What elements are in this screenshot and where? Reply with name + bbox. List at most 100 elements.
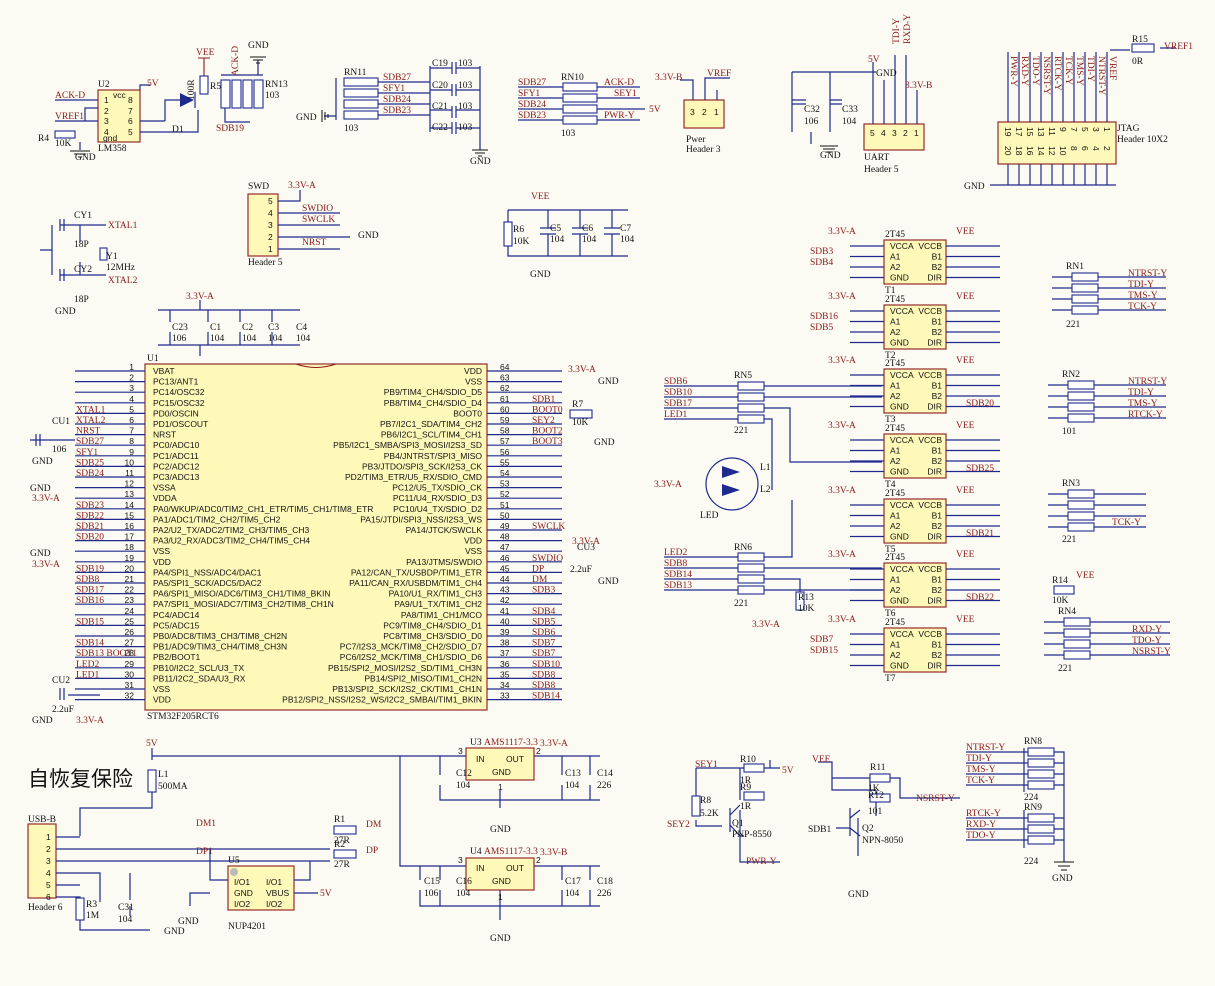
net-3v3b-u4: 3.3V-B [540, 848, 567, 858]
mcu-right-pin-net: SDB8 [532, 670, 555, 680]
opamp-pin-5: 5 [128, 127, 133, 137]
gnd-rn11: GND [296, 113, 317, 123]
array-resistor [1067, 511, 1095, 521]
buffer-pin-right: VCCB [918, 564, 942, 574]
mcu-right-pin-number: 45 [500, 563, 510, 573]
mcu-right-pin-net: SDB8 [532, 681, 555, 691]
buffer-out: SDB20 [966, 399, 994, 409]
mcu-left-pin-function: PB2/BOOT1 [153, 652, 201, 662]
net-tck-y-rn3: TCK-Y [1112, 518, 1141, 528]
net-rn8-in-3: TMS-Y [966, 765, 996, 775]
buffer-vccb-net: VEE [956, 227, 975, 237]
r14-body [1053, 585, 1075, 595]
usb-label: USB-B [28, 815, 56, 825]
r6-value: 10K [513, 237, 530, 247]
c14-label: C14 [597, 769, 613, 779]
buffer-vccb-net: VEE [956, 486, 975, 496]
array-resistor [1067, 489, 1095, 499]
rn13-array [220, 60, 264, 123]
mcu-left-pin-function: VBAT [153, 366, 175, 376]
c4-label: C4 [296, 323, 307, 333]
rn9-value: 224 [1024, 857, 1039, 867]
net-dm1: DM1 [196, 819, 216, 829]
mcu-left-pin-net: SDB23 [76, 501, 104, 511]
q2-part: NPN-8050 [862, 836, 903, 846]
mcu-left-pin-function: PA0/WKUP/ADC0/TIM2_CH1_ETR/TIM5_CH1/TIM8… [153, 504, 373, 514]
c21-value: 103 [458, 102, 473, 112]
buffer-pin-left: A1 [890, 640, 901, 650]
mcu-right-pin-function: PA8/TIM1_CH1/MCO [401, 610, 482, 620]
net-sfy1-rn11: SFY1 [383, 84, 405, 94]
opamp-pin-8: 8 [128, 95, 133, 105]
uart-pin-4: 4 [881, 128, 886, 138]
buffer-pin-left: VCCA [890, 500, 914, 510]
gnd-u5: GND [178, 917, 199, 927]
mcu-right-pin-number: 63 [500, 373, 510, 383]
c19-value: 103 [458, 59, 473, 69]
c15-value: 106 [424, 889, 439, 899]
net-vref1: VREF1 [55, 112, 84, 122]
mcu-left-pin-function: PD0/OSCIN [153, 408, 199, 418]
mcu-left-pin-function: PA1/ADC1/TIM2_CH2/TIM5_CH2 [153, 514, 281, 524]
mcu-right-pin-function: PA14/JTCK/SWCLK [406, 525, 483, 535]
array-resistor [1067, 380, 1095, 390]
buffer-pin-left: A1 [890, 446, 901, 456]
mcu-right-pin-net: SDB14 [532, 692, 560, 702]
mcu-right-pin-number: 35 [500, 669, 510, 679]
c18-value: 226 [597, 889, 612, 899]
u5-pin1-dot [230, 868, 238, 876]
opamp-pin-6: 6 [128, 116, 133, 126]
net-rn4-out-2: TDO-Y [1132, 636, 1162, 646]
uart-pin-1: 1 [914, 128, 919, 138]
mcu-left-pin-number: 20 [125, 563, 135, 573]
jtag-pin-even: 8 [1069, 146, 1079, 151]
r7-label: R7 [572, 400, 583, 410]
mcu-right-pin-number: 40 [500, 616, 510, 626]
buffer-pin-right: VCCB [918, 629, 942, 639]
mcu-right-pin-number: 34 [500, 680, 510, 690]
net-ack-d-2: ACK-D [231, 46, 241, 76]
buffer-pin-right: DIR [927, 402, 942, 412]
mcu-left-pin-function: VSSA [153, 483, 176, 493]
u5-pin-io1-l: I/O1 [234, 877, 250, 887]
c18-label: C18 [597, 877, 613, 887]
c16-label: C16 [456, 877, 472, 887]
header5-label: Header 5 [864, 165, 899, 175]
buffer-pin-left: VCCA [890, 564, 914, 574]
u4-in: IN [476, 863, 485, 873]
level-shifters: 2T45T1VCCA VCCBA1 B1A2 B2GND DIR3.3V-A VEESDB… [810, 227, 1000, 684]
buffer-vccb-net: VEE [956, 356, 975, 366]
mcu-left-pin-number: 2 [129, 373, 134, 383]
jtag-pin-even: 10 [1058, 146, 1068, 156]
mcu-left-pin-net: SDB24 [76, 469, 104, 479]
jtag-pin-odd: 19 [1003, 127, 1013, 137]
net-rn4-out-1: RXD-Y [1132, 625, 1162, 635]
c32-label: C32 [804, 105, 820, 115]
swd-pin-5: 5 [268, 196, 273, 206]
rn3-label: RN3 [1062, 479, 1080, 489]
net-rn2-out-2: TDI-Y [1128, 388, 1154, 398]
buffer-pin-right: B2 [932, 391, 943, 401]
mcu-right-pin-number: 51 [500, 500, 510, 510]
u4-gnd: GND [492, 876, 511, 886]
gnd-swd: GND [358, 231, 379, 241]
array-resistor [1063, 650, 1091, 660]
net-3v3a-caps: 3.3V-A [186, 292, 214, 302]
jtag-net-label: VREF [1107, 56, 1117, 80]
mcu-left-pin-number: 10 [125, 457, 135, 467]
mcu-right-pin-function: PB3/JTDO/SPI3_SCK/I2S3_CK [362, 461, 482, 471]
rn5-label: RN5 [734, 371, 752, 381]
u4-out: OUT [506, 863, 524, 873]
mcu-left-pin-number: 5 [129, 404, 134, 414]
mcu-left-pin-function: VDD [153, 557, 171, 567]
mcu-left-pin-number: 8 [129, 436, 134, 446]
pwer-label: Pwer [686, 135, 706, 145]
net-sdb23-rn11: SDB23 [383, 106, 411, 116]
net-5v-u5: 5V [320, 889, 332, 899]
jtag-pin-odd: 7 [1069, 127, 1079, 132]
r11-body [869, 773, 891, 783]
mcu-right-pin-number: 64 [500, 362, 510, 372]
net-sdb24-rn11: SDB24 [383, 95, 411, 105]
rn4-label: RN4 [1058, 607, 1076, 617]
jtag-pin-odd: 5 [1080, 127, 1090, 132]
